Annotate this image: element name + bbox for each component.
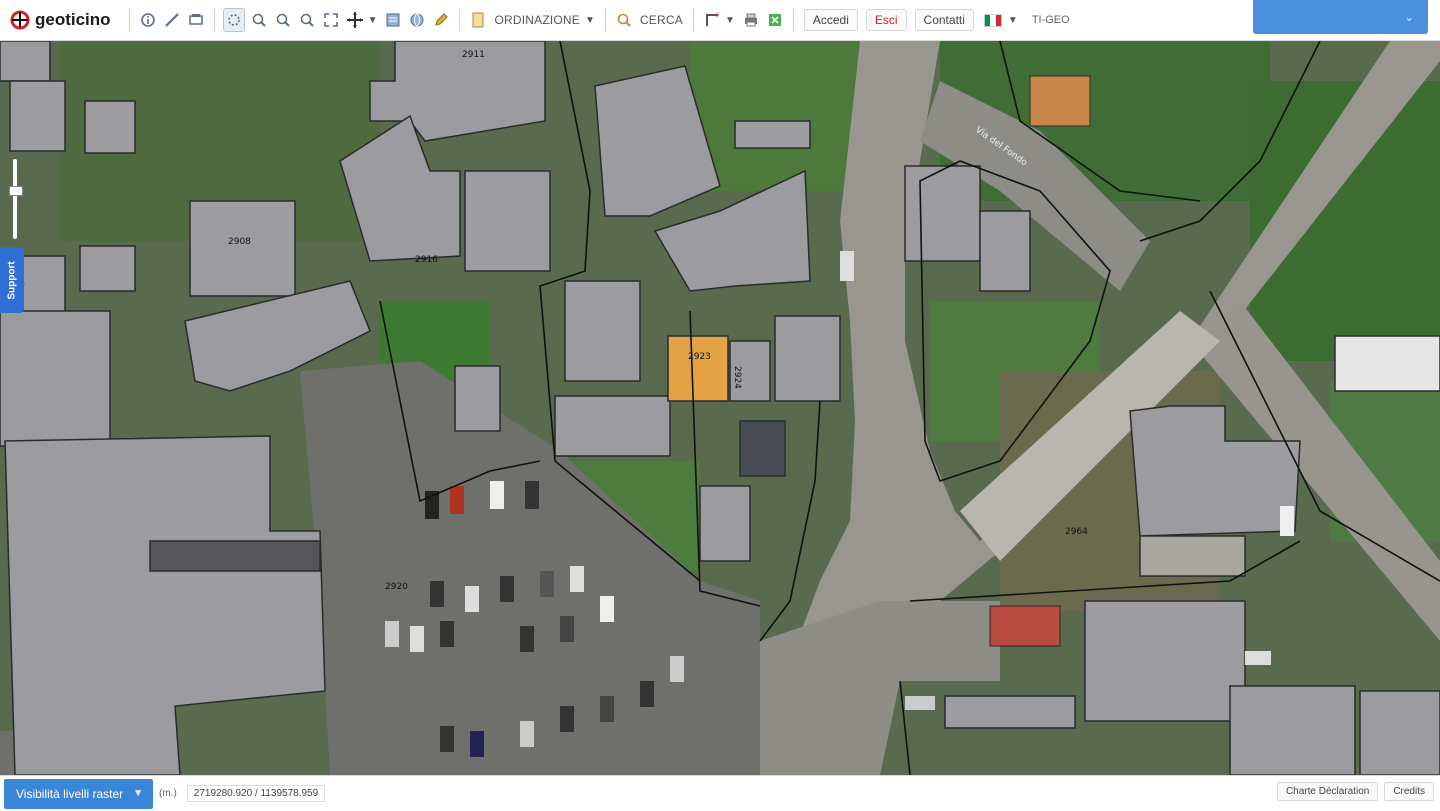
draw-tools-icon[interactable] bbox=[702, 9, 722, 31]
full-extent-icon[interactable] bbox=[321, 9, 341, 31]
chevron-down-icon: ▼ bbox=[133, 788, 144, 799]
parcel-label: 2920 bbox=[385, 582, 408, 592]
zoom-box-icon[interactable] bbox=[297, 9, 317, 31]
support-tab[interactable]: Support bbox=[0, 247, 24, 313]
map-view[interactable]: 2911 2908 2916 2906 2923 2924 2920 2964 … bbox=[0, 41, 1440, 775]
contatti-button[interactable]: Contatti bbox=[914, 9, 974, 31]
accedi-button[interactable]: Accedi bbox=[803, 9, 858, 31]
language-chevron-icon[interactable]: ▼ bbox=[1008, 15, 1018, 26]
toolbar-separator bbox=[213, 9, 215, 31]
export-icon[interactable] bbox=[765, 9, 785, 31]
pan-icon[interactable] bbox=[345, 9, 365, 31]
raster-visibility-label: Visibilità livelli raster bbox=[16, 786, 124, 801]
measure-line-icon[interactable] bbox=[162, 9, 182, 31]
status-right-links: Charte Déclaration Credits bbox=[1271, 782, 1434, 801]
pan-dropdown-chevron-icon[interactable]: ▼ bbox=[368, 15, 378, 26]
toolbar-separator bbox=[459, 9, 461, 31]
zoom-out-icon[interactable] bbox=[273, 9, 293, 31]
ordinazione-menu[interactable]: ORDINAZIONE bbox=[494, 13, 580, 27]
highlighted-parcel bbox=[667, 335, 729, 402]
parcel-label: 2924 bbox=[732, 366, 742, 389]
globe-icon[interactable] bbox=[407, 9, 427, 31]
charte-declaration-button[interactable]: Charte Déclaration bbox=[1276, 782, 1379, 801]
toolbar-separator bbox=[692, 9, 694, 31]
logo-mark-icon bbox=[10, 10, 30, 30]
info-icon[interactable] bbox=[138, 9, 158, 31]
zoom-slider-rail[interactable] bbox=[13, 159, 17, 239]
printer-icon[interactable] bbox=[741, 9, 761, 31]
parcel-label: 2908 bbox=[228, 237, 251, 247]
status-bar: Visibilità livelli raster ▼ (m.) 2719280… bbox=[0, 775, 1440, 811]
raster-visibility-button[interactable]: Visibilità livelli raster ▼ bbox=[4, 778, 153, 809]
toolbar-separator bbox=[604, 9, 606, 31]
print-area-icon[interactable] bbox=[186, 9, 206, 31]
search-icon[interactable] bbox=[614, 9, 634, 31]
aerial-map[interactable]: 2911 2908 2916 2906 2923 2924 2920 2964 … bbox=[0, 41, 1440, 775]
select-icon[interactable] bbox=[222, 8, 245, 32]
zoom-in-icon[interactable] bbox=[249, 9, 269, 31]
parcel-label: 2923 bbox=[688, 352, 711, 362]
toolbar-separator bbox=[128, 9, 130, 31]
coordinate-readout: 2719280.920 / 1139578.959 bbox=[186, 785, 326, 802]
coordinate-unit-label: (m.) bbox=[159, 788, 177, 799]
order-icon[interactable] bbox=[468, 9, 488, 31]
draw-tools-chevron-icon[interactable]: ▼ bbox=[725, 15, 735, 26]
zoom-slider-handle[interactable] bbox=[9, 186, 23, 196]
cerca-button[interactable]: CERCA bbox=[640, 13, 683, 27]
layers-icon[interactable] bbox=[383, 9, 403, 31]
credits-button[interactable]: Credits bbox=[1384, 782, 1434, 801]
parcel-label: 2911 bbox=[462, 50, 485, 60]
esci-button[interactable]: Esci bbox=[865, 9, 907, 31]
chevron-down-icon: ⌄ bbox=[1404, 11, 1414, 24]
ordinazione-chevron-icon[interactable]: ▼ bbox=[585, 15, 595, 26]
orange-roof bbox=[1029, 75, 1091, 127]
side-panel-toggle[interactable]: ⌄ bbox=[1253, 0, 1428, 34]
parcel-label: 2916 bbox=[415, 255, 438, 265]
toolbar-separator bbox=[792, 9, 794, 31]
parcel-label: 2964 bbox=[1065, 527, 1088, 537]
pencil-icon[interactable] bbox=[431, 9, 451, 31]
logo-text: geoticino bbox=[35, 10, 111, 29]
top-toolbar: geoticino ▼ ORDINAZIONE ▼ CERCA ▼ Accedi… bbox=[0, 0, 1440, 41]
ti-geo-link[interactable]: TI-GEO bbox=[1032, 14, 1070, 26]
italian-flag-icon[interactable] bbox=[983, 13, 1002, 27]
red-roof bbox=[989, 605, 1061, 647]
support-tab-label: Support bbox=[6, 260, 18, 300]
geoticino-logo[interactable]: geoticino bbox=[10, 10, 111, 30]
